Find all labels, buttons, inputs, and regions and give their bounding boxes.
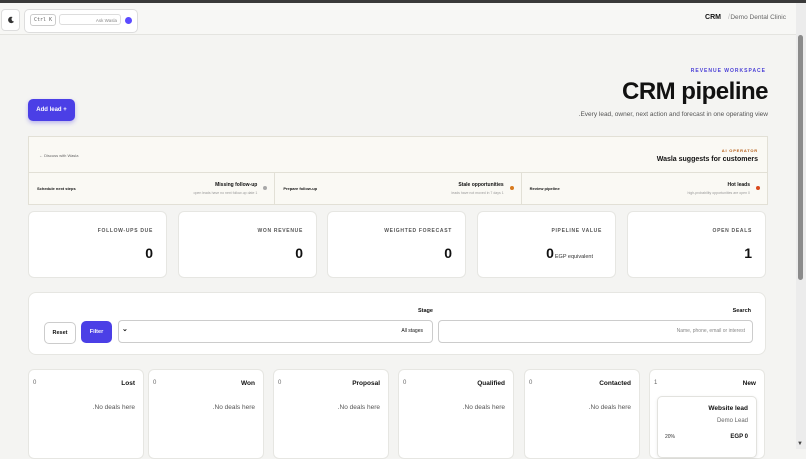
kpi-value: 0 (295, 245, 303, 261)
column-empty-text: .No deals here (588, 404, 631, 411)
kpi-label: PIPELINE VALUE (551, 228, 602, 234)
column-empty-text: .No deals here (92, 404, 135, 411)
filter-panel: Stage Search Reset Filter ⌄ All stages N… (28, 292, 766, 355)
suggestion-action[interactable]: Review pipeline (530, 186, 560, 191)
suggestion-hot-leads[interactable]: Review pipeline Hot leads high-probabili… (522, 173, 767, 205)
stage-select[interactable]: ⌄ All stages (118, 320, 433, 343)
pipeline-column-won: 0 Won .No deals here (148, 369, 264, 459)
kpi-value-group: 0 EGP equivalent (546, 245, 593, 261)
page-subtitle: .Every lead, owner, next action and fore… (578, 111, 768, 118)
pipeline-column-lost: 0 Lost .No deals here (28, 369, 144, 459)
discuss-with-wasla-link[interactable]: ← Discuss with Wasla (39, 153, 78, 158)
suggestion-title: Hot leads (727, 182, 750, 188)
status-dot-icon (263, 186, 268, 190)
kpi-label: WEIGHTED FORECAST (384, 228, 452, 234)
kpi-open-deals: OPEN DEALS 1 (627, 211, 766, 278)
kpi-value: 0 (444, 245, 452, 261)
kpi-label: OPEN DEALS (712, 228, 752, 234)
ai-operator-panel: ← Discuss with Wasla AI OPERATOR Wasla s… (28, 136, 768, 205)
kpi-value: 1 (744, 245, 752, 261)
search-placeholder: Name, phone, email or interest (676, 328, 745, 334)
scrollbar-thumb[interactable] (798, 35, 803, 280)
pipeline-column-qualified: 0 Qualified .No deals here (398, 369, 514, 459)
kpi-pipeline-value: PIPELINE VALUE 0 EGP equivalent (477, 211, 616, 278)
pipeline-column-new: 1 New Website lead Demo Lead 20% EGP 0 (649, 369, 765, 459)
page-title: CRM pipeline (621, 78, 769, 105)
suggestion-missing-follow-up[interactable]: Schedule next steps Missing follow-up op… (29, 173, 276, 205)
kpi-label: FOLLOW-UPS DUE (97, 228, 153, 234)
kpi-value: 0 (546, 245, 554, 261)
column-name: Proposal (352, 380, 380, 387)
ai-suggestions-row: Schedule next steps Missing follow-up op… (29, 172, 767, 205)
kpi-unit: EGP equivalent (554, 254, 593, 260)
clinic-name[interactable]: Demo Dental Clinic (730, 14, 786, 21)
deal-probability: 20% (665, 434, 676, 440)
pipeline-column-proposal: 0 Proposal .No deals here (273, 369, 389, 459)
ai-suggestions-heading: Wasla suggests for customers (656, 156, 758, 163)
column-count: 0 (153, 380, 157, 386)
kpi-weighted-forecast: WEIGHTED FORECAST 0 (327, 211, 466, 278)
ask-wasla-input[interactable]: Ask Wasla (59, 14, 121, 25)
search-input[interactable]: Name, phone, email or interest (438, 320, 753, 343)
suggestion-action[interactable]: Prepare follow-up (283, 186, 317, 191)
status-dot-icon (755, 186, 760, 190)
moon-icon (7, 11, 15, 29)
kpi-label: WON REVENUE (257, 228, 303, 234)
column-name: Qualified (477, 380, 505, 387)
command-search[interactable]: Ctrl K Ask Wasla (24, 9, 138, 33)
column-empty-text: .No deals here (337, 404, 380, 411)
column-count: 0 (529, 380, 533, 386)
kpi-follow-ups-due: FOLLOW-UPS DUE 0 (28, 211, 167, 278)
column-name: Won (241, 380, 255, 387)
column-count: 0 (33, 380, 37, 386)
kpi-won-revenue: WON REVENUE 0 (178, 211, 317, 278)
filter-button[interactable]: Filter (81, 321, 112, 343)
add-lead-button[interactable]: Add lead + (28, 99, 75, 121)
suggestion-action[interactable]: Schedule next steps (37, 186, 76, 191)
stage-selected-value: All stages (401, 328, 423, 334)
reset-button[interactable]: Reset (44, 322, 76, 344)
column-empty-text: .No deals here (212, 404, 255, 411)
suggestion-desc: high-probability opportunities are open … (687, 191, 750, 195)
status-dot-icon (509, 186, 514, 190)
app-name: CRM (705, 14, 721, 21)
scroll-down-icon[interactable]: ▼ (797, 441, 803, 447)
column-empty-text: .No deals here (462, 404, 505, 411)
suggestion-stale-opportunities[interactable]: Prepare follow-up Stale opportunities le… (275, 173, 522, 205)
section-eyebrow: REVENUE WORKSPACE (690, 68, 766, 74)
column-count: 0 (403, 380, 407, 386)
column-name: Contacted (599, 380, 631, 387)
deal-owner: Demo Lead (716, 418, 748, 424)
assistant-dot-icon[interactable] (125, 17, 132, 24)
suggestion-title: Stale opportunities (458, 182, 504, 188)
suggestion-desc: open leads have no next follow-up date 1 (193, 191, 258, 195)
chevron-down-icon: ⌄ (122, 326, 128, 333)
column-count: 0 (278, 380, 282, 386)
pipeline-column-contacted: 0 Contacted .No deals here (524, 369, 640, 459)
column-name: Lost (121, 380, 135, 387)
shortcut-hint: Ctrl K (30, 14, 57, 26)
kpi-value: 0 (145, 245, 153, 261)
stage-label: Stage (418, 308, 433, 314)
suggestion-title: Missing follow-up (215, 182, 258, 188)
deal-value: EGP 0 (730, 434, 748, 440)
ai-operator-label: AI OPERATOR (721, 148, 758, 153)
theme-toggle-button[interactable] (1, 9, 20, 31)
deal-title: Website lead (708, 405, 748, 412)
search-label: Search (732, 308, 751, 314)
column-name: New (742, 380, 756, 387)
page-scrollbar[interactable]: ▼ (796, 3, 806, 449)
column-count: 1 (654, 380, 658, 386)
top-header: Ctrl K Ask Wasla CRM / Demo Dental Clini… (0, 3, 796, 35)
suggestion-desc: leads have not moved in 7 days 1 (451, 191, 504, 195)
